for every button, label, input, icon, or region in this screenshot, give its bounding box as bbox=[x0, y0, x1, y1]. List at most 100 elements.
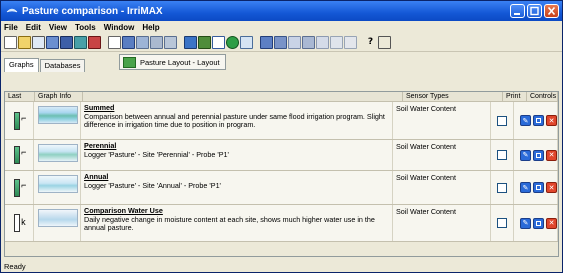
document-icon[interactable] bbox=[32, 36, 45, 49]
delete-x-icon: ✕ bbox=[548, 116, 555, 125]
maximize-icon bbox=[530, 6, 539, 16]
menu-bar: File Edit View Tools Window Help bbox=[1, 21, 562, 34]
open-window-button[interactable] bbox=[533, 182, 544, 193]
edit-icon: ✎ bbox=[522, 116, 529, 125]
grid-icon[interactable] bbox=[136, 36, 149, 49]
panel-icon[interactable] bbox=[330, 36, 343, 49]
help-icon[interactable]: ? bbox=[364, 36, 377, 49]
delete-icon[interactable] bbox=[88, 36, 101, 49]
sensor-type: Soil Water Content bbox=[393, 205, 491, 241]
soil-probe-icon: ⌐ bbox=[12, 111, 26, 130]
layout-icon bbox=[123, 56, 136, 68]
graph-list: Last Graph Info Sensor Types Print Contr… bbox=[4, 91, 559, 257]
menu-file[interactable]: File bbox=[4, 23, 18, 32]
header-description[interactable] bbox=[83, 92, 403, 101]
print-checkbox[interactable] bbox=[496, 115, 507, 126]
list-icon[interactable] bbox=[164, 36, 177, 49]
maximize-button[interactable] bbox=[527, 4, 542, 18]
menu-help[interactable]: Help bbox=[142, 23, 159, 32]
table-row[interactable]: ⌐ Perennial Logger 'Pasture' - Site 'Per… bbox=[5, 140, 558, 171]
irrimax-app-icon bbox=[6, 8, 18, 13]
edit-button[interactable]: ✎ bbox=[520, 149, 531, 161]
graph-thumbnail[interactable] bbox=[38, 144, 79, 162]
chart-icon[interactable] bbox=[184, 36, 197, 49]
delete-button[interactable]: ✕ bbox=[546, 217, 557, 229]
header-print[interactable]: Print bbox=[503, 92, 527, 101]
axis-icon[interactable] bbox=[260, 36, 273, 49]
window-icon bbox=[536, 185, 541, 190]
print-checkbox[interactable] bbox=[496, 150, 507, 160]
close-button[interactable] bbox=[544, 4, 559, 18]
image-icon[interactable] bbox=[240, 36, 253, 49]
scale-icon[interactable] bbox=[288, 36, 301, 49]
toolbar-separator bbox=[358, 36, 363, 49]
sensor-type: Soil Water Content bbox=[393, 102, 491, 139]
new-file-icon[interactable] bbox=[4, 36, 17, 49]
split-icon[interactable] bbox=[316, 36, 329, 49]
sensor-type: Soil Water Content bbox=[393, 171, 491, 204]
tab-strip: Graphs Databases Pasture Layout - Layout bbox=[1, 52, 562, 72]
graph-description: Logger 'Pasture' - Site 'Perennial' - Pr… bbox=[84, 149, 229, 159]
app-window: Pasture comparison - IrriMAX File Edit V… bbox=[0, 0, 563, 273]
toolbar-separator bbox=[178, 36, 183, 49]
edit-button[interactable]: ✎ bbox=[520, 217, 531, 229]
graph-thumbnail[interactable] bbox=[38, 175, 79, 193]
water-use-icon: k bbox=[12, 214, 26, 232]
column-headers: Last Graph Info Sensor Types Print Contr… bbox=[5, 92, 558, 102]
open-window-button[interactable] bbox=[533, 149, 544, 161]
window-icon bbox=[536, 118, 541, 123]
graph-description: Logger 'Pasture' - Site 'Annual' - Probe… bbox=[84, 180, 221, 190]
close-icon bbox=[547, 6, 556, 16]
graph-thumbnail[interactable] bbox=[38, 106, 79, 124]
save-icon[interactable] bbox=[46, 36, 59, 49]
import-icon[interactable] bbox=[74, 36, 87, 49]
edit-button[interactable]: ✎ bbox=[520, 182, 531, 193]
mail-icon[interactable] bbox=[212, 36, 225, 49]
menu-window[interactable]: Window bbox=[104, 23, 135, 32]
window-icon bbox=[536, 220, 541, 226]
graph-icon[interactable] bbox=[122, 36, 135, 49]
header-graph-info[interactable]: Graph Info bbox=[35, 92, 83, 101]
menu-edit[interactable]: Edit bbox=[26, 23, 41, 32]
tab-graphs[interactable]: Graphs bbox=[4, 58, 39, 72]
window-icon bbox=[536, 152, 541, 158]
header-sensor-types[interactable]: Sensor Types bbox=[403, 92, 503, 101]
status-bar: Ready bbox=[4, 262, 26, 271]
delete-button[interactable]: ✕ bbox=[546, 182, 557, 193]
print-checkbox[interactable] bbox=[496, 182, 507, 193]
delete-x-icon: ✕ bbox=[548, 151, 555, 159]
menu-tools[interactable]: Tools bbox=[75, 23, 96, 32]
print-icon[interactable] bbox=[344, 36, 357, 49]
disk-icon[interactable] bbox=[60, 36, 73, 49]
edit-icon: ✎ bbox=[522, 151, 529, 159]
open-window-button[interactable] bbox=[533, 115, 544, 126]
graph-thumbnail[interactable] bbox=[38, 209, 79, 227]
delete-button[interactable]: ✕ bbox=[546, 149, 557, 161]
layout-button[interactable]: Pasture Layout - Layout bbox=[119, 54, 226, 70]
zoom-icon[interactable] bbox=[274, 36, 287, 49]
table-row[interactable]: ⌐ Annual Logger 'Pasture' - Site 'Annual… bbox=[5, 171, 558, 205]
tab-databases[interactable]: Databases bbox=[39, 59, 86, 72]
overlay-icon[interactable] bbox=[302, 36, 315, 49]
toolbar-separator bbox=[102, 36, 107, 49]
open-folder-icon[interactable] bbox=[18, 36, 31, 49]
header-controls[interactable]: Controls bbox=[527, 92, 558, 101]
header-last[interactable]: Last bbox=[5, 92, 35, 101]
menu-view[interactable]: View bbox=[49, 23, 67, 32]
soil-probe-icon: ⌐ bbox=[12, 178, 26, 197]
table-row[interactable]: ⌐ Summed Comparison between annual and p… bbox=[5, 102, 558, 140]
minimize-button[interactable] bbox=[510, 4, 525, 18]
title-bar: Pasture comparison - IrriMAX bbox=[1, 1, 562, 21]
layout-icon[interactable] bbox=[198, 36, 211, 49]
open-window-button[interactable] bbox=[533, 217, 544, 229]
edit-button[interactable]: ✎ bbox=[520, 115, 531, 126]
table-icon[interactable] bbox=[150, 36, 163, 49]
layout-button-label: Pasture Layout - Layout bbox=[140, 57, 220, 67]
green-circle-icon[interactable] bbox=[226, 36, 239, 49]
delete-x-icon: ✕ bbox=[548, 183, 555, 192]
table-row[interactable]: k Comparison Water Use Daily negative ch… bbox=[5, 205, 558, 242]
context-help-icon[interactable] bbox=[378, 36, 391, 49]
delete-button[interactable]: ✕ bbox=[546, 115, 557, 126]
print-checkbox[interactable] bbox=[496, 218, 507, 228]
blank-page-icon[interactable] bbox=[108, 36, 121, 49]
